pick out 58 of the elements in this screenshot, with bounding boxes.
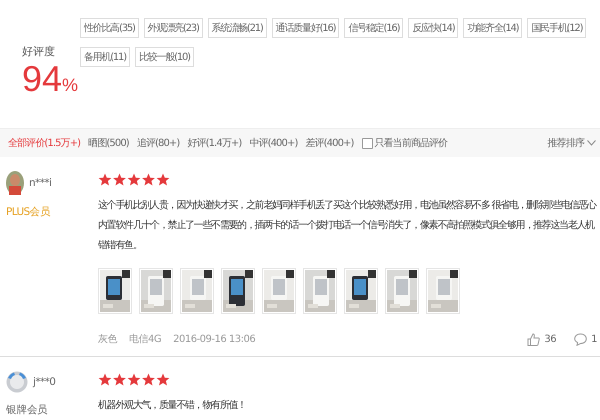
star-icon — [113, 374, 126, 386]
star-icon — [142, 374, 155, 386]
checkbox[interactable] — [362, 138, 373, 148]
checkbox-label[interactable]: 只看当前商品评价 — [374, 136, 448, 150]
avatar — [6, 171, 24, 195]
product-network: 电信4G — [129, 332, 162, 346]
review-text: 机器外观大气，质量不错，物有所值！ — [98, 398, 247, 413]
tag[interactable]: 通话质量好(16) — [272, 18, 340, 38]
review-text: 内置软件几十个，禁止了一些不需要的，插两卡的话一个拨打电话一个信号消失了，像素不高拍照模式俱全够用，推荐这当老人机 — [98, 218, 596, 233]
star-icon — [128, 174, 140, 186]
tag[interactable]: 比较一般(10) — [134, 47, 194, 67]
filter-tab[interactable]: 全部评价(1.5万+) — [8, 136, 80, 150]
star-icon — [128, 374, 140, 386]
star-icon — [98, 374, 112, 386]
star-icon — [156, 174, 170, 186]
photo-thumbnail[interactable] — [303, 268, 337, 314]
photo-thumbnail[interactable] — [262, 268, 296, 314]
review-date: 2016-09-16 13:06 — [173, 334, 256, 344]
filter-tab[interactable]: 好评(1.4万+) — [187, 136, 242, 150]
chevron-down-icon — [587, 140, 596, 146]
star-icon — [156, 374, 170, 386]
tag[interactable]: 功能齐全(14) — [463, 18, 522, 38]
photo-thumbnail[interactable] — [139, 268, 173, 314]
filter-tab[interactable]: 中评(400+) — [249, 136, 298, 150]
photo-thumbnail[interactable] — [98, 268, 132, 314]
photo-thumbnail[interactable] — [385, 268, 419, 314]
tag[interactable]: 备用机(11) — [80, 47, 130, 67]
photo-thumbnail[interactable] — [426, 268, 460, 314]
username[interactable]: j***0 — [33, 376, 56, 388]
member-level: PLUS会员 — [6, 205, 50, 219]
username[interactable]: n***i — [29, 177, 52, 189]
rating-value: 94% — [22, 59, 80, 101]
product-color: 灰色 — [98, 333, 117, 346]
tag[interactable]: 信号稳定(16) — [344, 18, 404, 38]
filter-tab[interactable]: 追评(80+) — [136, 136, 180, 150]
star-icon — [98, 174, 112, 186]
avatar — [6, 371, 28, 393]
photo-thumbnail[interactable] — [344, 268, 378, 314]
photo-thumbnail[interactable] — [180, 268, 214, 314]
review-text: 锴锴有鱼。 — [98, 239, 143, 253]
tag[interactable]: 国民手机(12) — [527, 18, 586, 38]
comment-count: 1 — [591, 334, 597, 344]
thumbs-up-icon[interactable] — [527, 332, 540, 346]
tag[interactable]: 反应快(14) — [408, 18, 458, 38]
rating-label: 好评度 — [22, 44, 56, 59]
tag[interactable]: 系统流畅(21) — [208, 18, 267, 38]
photo-thumbnail[interactable] — [221, 268, 255, 314]
star-icon — [142, 174, 155, 186]
review-text: 这个手机比别人贵，因为快递快才买，之前老妈同样手机丢了买这个比较熟悉好用，电池虽然容易不多 很省电，删除那些电信恶心 — [98, 198, 598, 213]
comment-icon[interactable] — [574, 332, 588, 346]
star-icon — [113, 174, 126, 186]
tag[interactable]: 性价比高(35) — [80, 18, 139, 38]
filter-tab[interactable]: 差评(400+) — [305, 136, 354, 150]
like-count: 36 — [544, 334, 556, 344]
tag[interactable]: 外观漂亮(23) — [144, 18, 203, 38]
member-level: 银牌会员 — [6, 403, 48, 417]
sort-dropdown[interactable]: 推荐排序 — [548, 136, 596, 150]
filter-tab[interactable]: 晒图(500) — [88, 136, 129, 150]
